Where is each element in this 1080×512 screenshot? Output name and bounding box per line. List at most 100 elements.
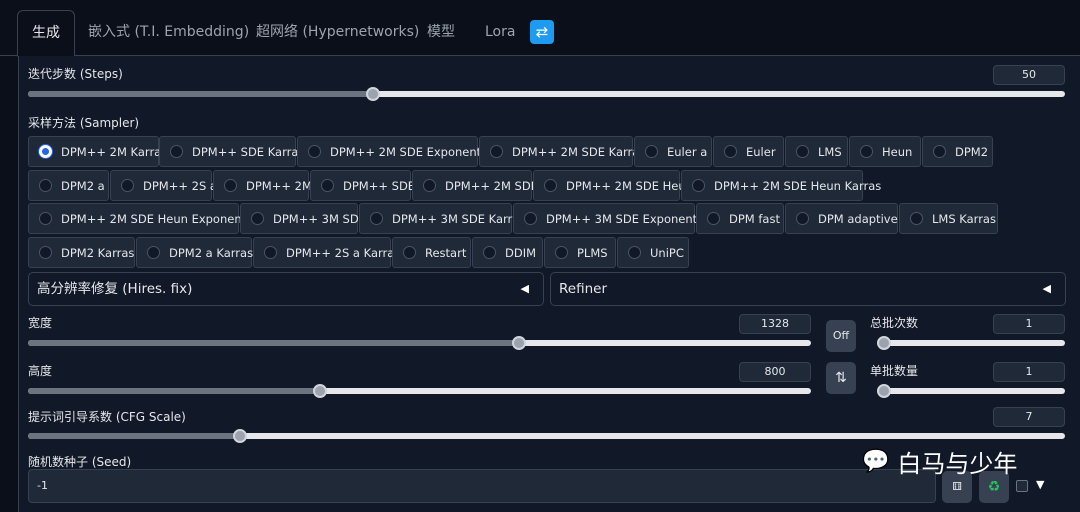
batch-count-input[interactable]: 1: [993, 314, 1065, 334]
sampler-option-label: LMS Karras: [932, 211, 996, 226]
sampler-option[interactable]: DPM++ 2M SDE Heun Karras: [681, 170, 881, 201]
sampler-option[interactable]: PLMS: [544, 237, 616, 268]
radio-button-icon[interactable]: [403, 246, 416, 259]
sampler-option[interactable]: DPM++ 2M SDE Heun: [533, 170, 693, 201]
radio-button-icon[interactable]: [39, 145, 52, 158]
radio-button-icon[interactable]: [321, 179, 334, 192]
recycle-icon: ♻: [987, 479, 1001, 495]
radio-button-icon[interactable]: [121, 179, 134, 192]
tab-generate[interactable]: 生成: [17, 10, 75, 57]
sampler-option[interactable]: DPM++ 3M SDE Karras: [359, 203, 525, 234]
radio-button-icon[interactable]: [308, 145, 321, 158]
refresh-icon: ⇄: [535, 23, 549, 41]
radio-button-icon[interactable]: [933, 145, 946, 158]
radio-button-icon[interactable]: [224, 179, 237, 192]
sampler-option[interactable]: Euler: [713, 136, 784, 167]
sampler-label: 采样方法 (Sampler): [28, 116, 140, 130]
sampler-option-label: DPM++ 2M Karras: [61, 144, 168, 159]
extra-seed-checkbox[interactable]: [1016, 480, 1028, 492]
batch-size-slider-thumb[interactable]: [877, 384, 891, 398]
steps-slider[interactable]: [28, 87, 1065, 101]
radio-button-icon[interactable]: [707, 212, 720, 225]
tab-embedding[interactable]: 嵌入式 (T.I. Embedding): [88, 10, 249, 56]
sampler-option[interactable]: DPM++ 2S a Karras: [253, 237, 400, 268]
hires-toggle-button[interactable]: Off: [826, 320, 856, 352]
tab-lora[interactable]: Lora: [485, 10, 515, 56]
steps-slider-thumb[interactable]: [365, 87, 380, 101]
extra-seed-dropdown-icon[interactable]: ▼: [1036, 478, 1044, 491]
radio-button-icon[interactable]: [39, 179, 52, 192]
sampler-option[interactable]: DPM++ 2M: [213, 170, 312, 201]
radio-button-icon[interactable]: [645, 145, 658, 158]
sampler-option-label: DPM++ 3M SDE Karras: [392, 211, 526, 226]
radio-button-icon[interactable]: [555, 246, 568, 259]
batch-count-slider[interactable]: [877, 336, 1065, 350]
sampler-option-label: DPM fast: [729, 211, 780, 226]
radio-button-icon[interactable]: [251, 212, 264, 225]
sampler-option[interactable]: DDIM: [472, 237, 543, 268]
sampler-option[interactable]: DPM++ 2S a: [110, 170, 217, 201]
width-input[interactable]: 1328: [739, 314, 811, 334]
radio-button-icon[interactable]: [370, 212, 383, 225]
height-slider-thumb[interactable]: [312, 384, 327, 398]
sampler-option[interactable]: DPM++ 2M SDE Exponential: [297, 136, 495, 167]
sampler-option[interactable]: DPM++ SDE: [310, 170, 415, 201]
refiner-accordion[interactable]: Refiner ◀: [550, 272, 1066, 306]
radio-button-icon[interactable]: [524, 212, 537, 225]
radio-button-icon[interactable]: [39, 246, 52, 259]
sampler-option[interactable]: DPM2 a: [28, 170, 109, 201]
radio-button-icon[interactable]: [170, 145, 183, 158]
batch-count-slider-thumb[interactable]: [877, 336, 891, 350]
radio-button-icon[interactable]: [724, 145, 737, 158]
radio-button-icon[interactable]: [39, 212, 52, 225]
sampler-option[interactable]: DPM2 a Karras: [136, 237, 253, 268]
sampler-option[interactable]: UniPC: [617, 237, 689, 268]
sampler-option[interactable]: DPM fast: [696, 203, 784, 234]
sampler-option-label: DPM++ 2M SDE Heun Exponential: [61, 211, 260, 226]
sampler-option[interactable]: DPM++ 3M SDE Exponential: [513, 203, 711, 234]
radio-button-icon[interactable]: [796, 145, 809, 158]
radio-button-icon[interactable]: [264, 246, 277, 259]
hires-fix-accordion[interactable]: 高分辨率修复 (Hires. fix) ◀: [28, 272, 544, 306]
radio-button-icon[interactable]: [147, 246, 160, 259]
swap-dimensions-button[interactable]: ⇅: [826, 362, 856, 394]
radio-button-icon[interactable]: [692, 179, 705, 192]
sampler-option[interactable]: DPM++ SDE Karras: [159, 136, 304, 167]
radio-button-icon[interactable]: [910, 212, 923, 225]
width-slider[interactable]: [28, 336, 811, 350]
cfg-slider-thumb[interactable]: [232, 429, 247, 443]
collapse-arrow-icon: ◀: [1042, 282, 1051, 295]
sampler-option[interactable]: Heun: [849, 136, 921, 167]
sampler-option[interactable]: DPM++ 2M Karras: [28, 136, 167, 167]
sampler-option[interactable]: DPM++ 2M SDE Karras: [479, 136, 645, 167]
sampler-option[interactable]: DPM2: [922, 136, 993, 167]
sampler-option[interactable]: Euler a: [634, 136, 712, 167]
batch-size-input[interactable]: 1: [993, 362, 1065, 382]
height-slider[interactable]: [28, 384, 811, 398]
sampler-option[interactable]: DPM++ 2M SDE Heun Exponential: [28, 203, 260, 234]
sampler-option[interactable]: DPM adaptive: [785, 203, 898, 234]
tab-hypernetworks[interactable]: 超网络 (Hypernetworks): [256, 10, 419, 56]
cfg-input[interactable]: 7: [993, 407, 1065, 427]
refresh-button[interactable]: ⇄: [530, 20, 554, 44]
steps-input[interactable]: 50: [993, 65, 1065, 85]
radio-button-icon[interactable]: [860, 145, 873, 158]
radio-button-icon[interactable]: [628, 246, 641, 259]
sampler-option[interactable]: DPM2 Karras: [28, 237, 135, 268]
tab-models[interactable]: 模型: [427, 10, 455, 56]
sampler-option[interactable]: DPM++ 2M SDE: [412, 170, 538, 201]
radio-button-icon[interactable]: [483, 246, 496, 259]
radio-button-icon[interactable]: [490, 145, 503, 158]
radio-button-icon[interactable]: [423, 179, 436, 192]
batch-count-label: 总批次数: [870, 316, 919, 330]
sampler-option[interactable]: DPM++ 3M SDE: [240, 203, 366, 234]
sampler-option[interactable]: LMS: [785, 136, 848, 167]
radio-button-icon[interactable]: [796, 212, 809, 225]
cfg-slider[interactable]: [28, 429, 1065, 443]
sampler-option[interactable]: LMS Karras: [899, 203, 998, 234]
batch-size-slider[interactable]: [877, 384, 1065, 398]
sampler-option[interactable]: Restart: [392, 237, 471, 268]
seed-input[interactable]: -1: [28, 469, 936, 503]
radio-button-icon[interactable]: [544, 179, 557, 192]
height-input[interactable]: 800: [739, 362, 811, 382]
